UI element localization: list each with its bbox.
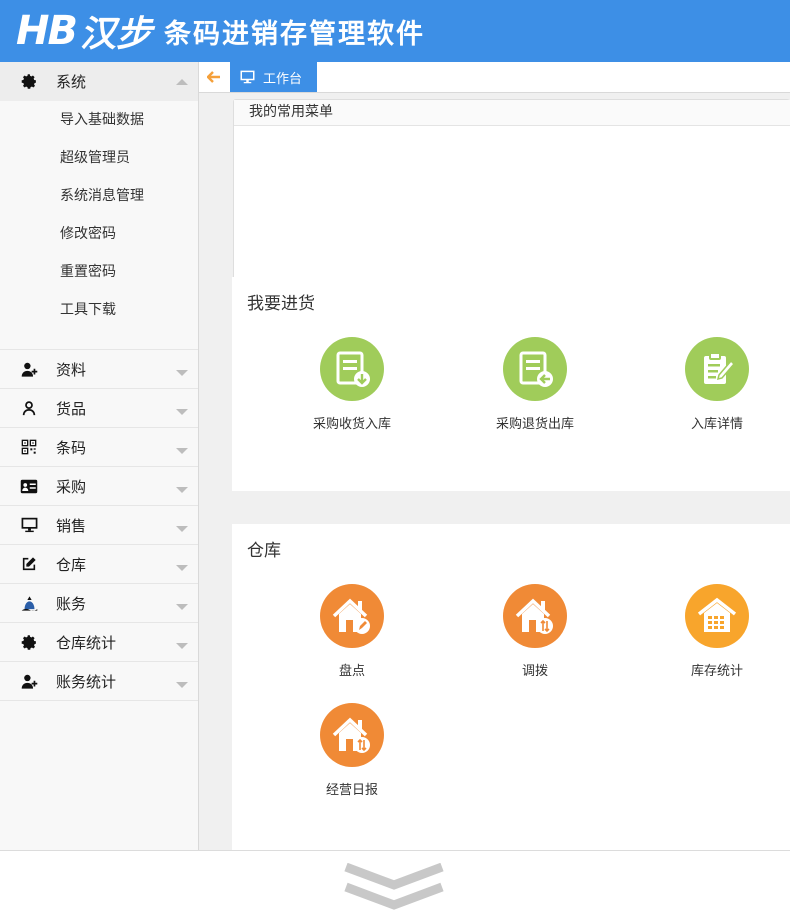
edit-icon (20, 555, 38, 573)
clipboard-edit-icon (685, 337, 749, 401)
logo-cn: 汉步 (79, 14, 152, 55)
sidebar-group-warehouse: 仓库 (0, 545, 198, 584)
sidebar-head-system[interactable]: 系统 (0, 62, 198, 101)
sidebar-item-change-password[interactable]: 修改密码 (0, 215, 198, 253)
sidebar-group-account-stats: 账务统计 (0, 662, 198, 701)
transfer-button[interactable]: 调拨 (455, 584, 615, 679)
warehouse-title: 仓库 (247, 541, 281, 561)
user-add-icon (20, 360, 38, 378)
sidebar-group-data: 资料 (0, 350, 198, 389)
tab-workbench[interactable]: 工作台 (230, 62, 317, 92)
stock-in-detail-button[interactable]: 入库详情 (637, 337, 790, 432)
sidebar-head-label: 条码 (56, 438, 87, 457)
sidebar-head-data[interactable]: 资料 (0, 350, 198, 388)
warehouse-grid-icon (685, 584, 749, 648)
person-icon (20, 399, 38, 417)
sidebar-group-barcode: 条码 (0, 428, 198, 467)
chevron-down-icon (176, 370, 188, 376)
sidebar-head-label: 系统 (56, 73, 87, 91)
double-chevron-down-icon[interactable] (344, 863, 444, 911)
doc-return-icon (503, 337, 567, 401)
icon-label: 采购收货入库 (312, 417, 391, 432)
money-bag-icon (20, 594, 38, 612)
tab-bar: 工作台 (199, 62, 790, 93)
sidebar-head-label: 销售 (56, 516, 87, 535)
sidebar-head-label: 货品 (56, 399, 87, 418)
sidebar-head-label: 资料 (56, 360, 87, 379)
chevron-down-icon (176, 448, 188, 454)
chevron-down-icon (176, 409, 188, 415)
house-pen-icon (320, 584, 384, 648)
user-add-icon (20, 672, 38, 690)
icon-label: 经营日报 (325, 783, 378, 798)
chevron-down-icon (176, 565, 188, 571)
purchase-title: 我要进货 (247, 294, 315, 314)
sidebar-item-system-messages[interactable]: 系统消息管理 (0, 177, 198, 215)
sidebar-head-accounts[interactable]: 账务 (0, 584, 198, 622)
purchase-receive-button[interactable]: 采购收货入库 (272, 337, 432, 432)
monitor-icon (20, 516, 38, 534)
sidebar-group-purchase: 采购 (0, 467, 198, 506)
sidebar-item-super-admin[interactable]: 超级管理员 (0, 139, 198, 177)
arrow-left-icon (207, 71, 220, 83)
sidebar-head-label: 账务 (56, 594, 87, 613)
main-content: 工作台 我的常用菜单 我要进货 采购收货入库 采购退货出库 入库详情 仓库 盘点… (199, 62, 790, 850)
icon-label: 调拨 (521, 664, 548, 679)
chevron-down-icon (176, 487, 188, 493)
chevron-down-icon (176, 526, 188, 532)
tab-label: 工作台 (263, 71, 303, 87)
chevron-down-icon (176, 643, 188, 649)
sidebar-group-sales: 销售 (0, 506, 198, 545)
stocktake-button[interactable]: 盘点 (272, 584, 432, 679)
sidebar-submenu-system: 导入基础数据 超级管理员 系统消息管理 修改密码 重置密码 工具下载 (0, 101, 198, 349)
purchase-panel: 我要进货 采购收货入库 采购退货出库 入库详情 (232, 277, 790, 491)
sidebar-head-goods[interactable]: 货品 (0, 389, 198, 427)
house-transfer-icon (320, 703, 384, 767)
chevron-down-icon (176, 682, 188, 688)
warehouse-panel: 仓库 盘点 调拨 库存统计 经营日报 (232, 524, 790, 850)
collapse-sidebar-button[interactable] (199, 62, 229, 92)
sidebar-head-label: 采购 (56, 477, 87, 496)
chevron-up-icon (176, 78, 188, 85)
gear-icon (20, 73, 38, 91)
sidebar-head-warehouse[interactable]: 仓库 (0, 545, 198, 583)
icon-label: 采购退货出库 (495, 417, 574, 432)
sidebar-item-tool-download[interactable]: 工具下载 (0, 291, 198, 329)
purchase-return-button[interactable]: 采购退货出库 (455, 337, 615, 432)
doc-download-icon (320, 337, 384, 401)
id-card-icon (20, 477, 38, 495)
sidebar-group-accounts: 账务 (0, 584, 198, 623)
sidebar-head-warehouse-stats[interactable]: 仓库统计 (0, 623, 198, 661)
sidebar-head-label: 仓库统计 (56, 633, 117, 652)
sidebar-group-warehouse-stats: 仓库统计 (0, 623, 198, 662)
monitor-icon (240, 70, 255, 84)
inventory-stats-button[interactable]: 库存统计 (637, 584, 790, 679)
daily-report-button[interactable]: 经营日报 (272, 703, 432, 798)
sidebar-group-system: 系统 导入基础数据 超级管理员 系统消息管理 修改密码 重置密码 工具下载 (0, 62, 198, 350)
sidebar-item-import-data[interactable]: 导入基础数据 (0, 101, 198, 139)
icon-label: 盘点 (338, 664, 365, 679)
icon-label: 入库详情 (690, 417, 743, 432)
footer (0, 850, 790, 921)
icon-label: 库存统计 (690, 664, 743, 679)
gear-icon (20, 633, 38, 651)
sidebar-item-reset-password[interactable]: 重置密码 (0, 253, 198, 291)
sidebar-head-account-stats[interactable]: 账务统计 (0, 662, 198, 700)
sidebar-head-purchase[interactable]: 采购 (0, 467, 198, 505)
house-transfer-icon (503, 584, 567, 648)
logo-latin: HB (16, 8, 78, 54)
sidebar: 系统 导入基础数据 超级管理员 系统消息管理 修改密码 重置密码 工具下载 资料… (0, 62, 199, 850)
app-header: HB 汉步 条码进销存管理软件 (0, 0, 790, 62)
sidebar-head-sales[interactable]: 销售 (0, 506, 198, 544)
app-title: 条码进销存管理软件 (163, 18, 425, 50)
sidebar-group-goods: 货品 (0, 389, 198, 428)
sidebar-head-barcode[interactable]: 条码 (0, 428, 198, 466)
favorites-title: 我的常用菜单 (234, 100, 790, 126)
chevron-down-icon (176, 604, 188, 610)
sidebar-head-label: 账务统计 (56, 672, 117, 691)
qrcode-icon (20, 438, 38, 456)
sidebar-head-label: 仓库 (56, 555, 87, 574)
